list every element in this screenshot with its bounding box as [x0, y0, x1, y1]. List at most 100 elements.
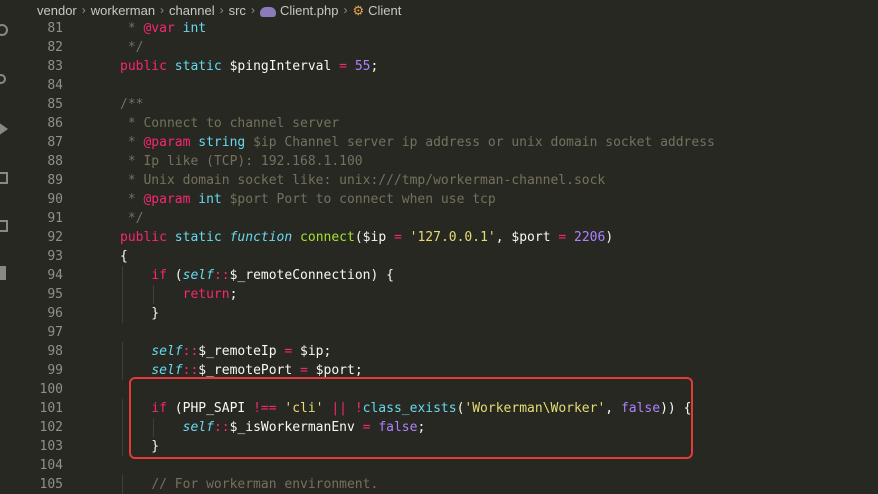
code-line[interactable]: 85 /**	[0, 95, 878, 114]
breadcrumb-item-channel[interactable]: channel	[169, 1, 215, 20]
code-text: }	[120, 304, 159, 323]
code-text: {	[120, 247, 128, 266]
breadcrumb-separator-icon: ›	[160, 3, 165, 18]
code-token: @var	[143, 21, 175, 36]
code-line[interactable]: 95 return;	[0, 285, 878, 304]
code-token: ::	[182, 363, 199, 378]
code-token: =	[300, 363, 308, 378]
code-text: public static $pingInterval = 55;	[120, 57, 378, 76]
code-text: public static function connect($ip = '12…	[120, 228, 613, 247]
code-token: $_remoteIp	[198, 344, 285, 359]
code-token: @param	[143, 192, 191, 207]
code-token: self	[182, 268, 214, 283]
line-number: 99	[47, 363, 63, 378]
line-number: 93	[47, 249, 63, 264]
code-token: return	[182, 287, 230, 302]
code-token: int	[190, 192, 222, 207]
code-token: @param	[143, 135, 191, 150]
code-line[interactable]: 97	[0, 323, 878, 342]
line-number: 86	[47, 116, 63, 131]
highlight-box	[129, 377, 693, 459]
code-token: ::	[182, 344, 199, 359]
code-text: * @var int	[120, 19, 206, 38]
code-line[interactable]: 98 self::$_remoteIp = $ip;	[0, 342, 878, 361]
code-line[interactable]: 84	[0, 76, 878, 95]
code-line[interactable]: 83 public static $pingInterval = 55;	[0, 57, 878, 76]
code-token: )	[605, 230, 614, 245]
code-token: }	[120, 306, 160, 321]
code-token: *	[120, 21, 144, 36]
code-token: public	[120, 59, 167, 74]
code-token: */	[120, 211, 144, 226]
code-token: =	[558, 230, 567, 245]
code-text: * @param int $port Port to connect when …	[120, 190, 496, 209]
code-token: $port;	[307, 363, 363, 378]
breadcrumb-separator-icon: ›	[343, 3, 348, 18]
code-token: * Ip like (TCP): 192.168.1.100	[120, 154, 363, 169]
code-token: , $port	[495, 230, 559, 245]
code-line[interactable]: 87 * @param string $ip Channel server ip…	[0, 133, 878, 152]
code-text: */	[120, 209, 144, 228]
breadcrumb: vendor › workerman › channel › src › Client.php ›…	[0, 0, 878, 19]
code-token: =	[393, 230, 402, 245]
line-number: 85	[47, 97, 63, 112]
code-token: *	[120, 135, 144, 150]
code-token: $_remotePort	[198, 363, 301, 378]
code-token: ;	[229, 287, 238, 302]
code-token: =	[339, 59, 347, 74]
line-number: 83	[47, 59, 63, 74]
line-number: 100	[39, 382, 63, 397]
line-number: 102	[39, 420, 63, 435]
code-line[interactable]: 90 * @param int $port Port to connect wh…	[0, 190, 878, 209]
code-text: if (self::$_remoteConnection) {	[120, 266, 394, 285]
code-line[interactable]: 96 }	[0, 304, 878, 323]
breadcrumb-item-class[interactable]: Client	[368, 1, 401, 20]
breadcrumb-item-workerman[interactable]: workerman	[91, 1, 155, 20]
code-token: */	[120, 40, 144, 55]
php-file-icon	[259, 6, 276, 17]
code-token: static	[174, 230, 222, 245]
code-token: (	[166, 268, 183, 283]
code-text: * Connect to channel server	[120, 114, 339, 133]
breadcrumb-item-file[interactable]: Client.php	[280, 1, 339, 20]
code-token: string	[190, 135, 246, 150]
code-token: *	[120, 192, 144, 207]
code-line[interactable]: 93 {	[0, 247, 878, 266]
code-text: /**	[120, 95, 143, 114]
class-symbol-icon: ⚙	[352, 3, 365, 19]
breadcrumb-item-vendor[interactable]: vendor	[37, 1, 77, 20]
code-line[interactable]: 88 * Ip like (TCP): 192.168.1.100	[0, 152, 878, 171]
code-token: $pingInterval	[221, 59, 340, 74]
code-token: 55	[354, 59, 371, 74]
line-number: 84	[47, 78, 63, 93]
code-line[interactable]: 86 * Connect to channel server	[0, 114, 878, 133]
code-line[interactable]: 94 if (self::$_remoteConnection) {	[0, 266, 878, 285]
code-token: 2206	[574, 230, 606, 245]
code-line[interactable]: 91 */	[0, 209, 878, 228]
line-number: 91	[47, 211, 63, 226]
line-number: 89	[47, 173, 63, 188]
code-token: connect	[300, 230, 355, 245]
code-text: return;	[120, 285, 238, 304]
code-line[interactable]: 82 */	[0, 38, 878, 57]
code-token: function	[229, 230, 293, 245]
code-token: $ip Channel server ip address or unix do…	[245, 135, 715, 150]
code-text: * Ip like (TCP): 192.168.1.100	[120, 152, 363, 171]
code-line[interactable]: 89 * Unix domain socket like: unix:///tm…	[0, 171, 878, 190]
breadcrumb-separator-icon: ›	[219, 3, 224, 18]
line-number: 98	[47, 344, 63, 359]
code-token: $ip;	[292, 344, 332, 359]
breadcrumb-item-src[interactable]: src	[229, 1, 246, 20]
code-token: int	[174, 21, 207, 36]
line-number: 87	[47, 135, 63, 150]
code-line[interactable]: 92 public static function connect($ip = '…	[0, 228, 878, 247]
breadcrumb-separator-icon: ›	[250, 3, 255, 18]
line-number: 88	[47, 154, 63, 169]
line-number: 97	[47, 325, 63, 340]
code-line[interactable]: 81 * @var int	[0, 19, 878, 38]
